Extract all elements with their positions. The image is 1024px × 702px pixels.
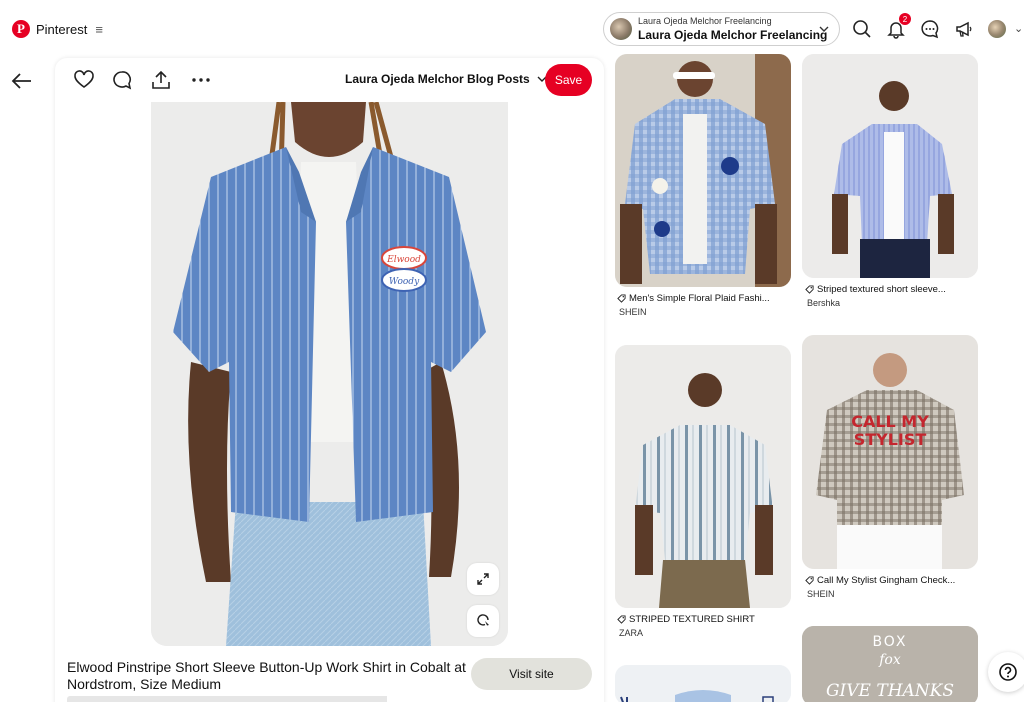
patch-top-text: Elwood	[386, 255, 421, 265]
pin-description-placeholder	[67, 696, 467, 702]
related-pin-image[interactable]	[615, 345, 791, 608]
arrow-left-icon[interactable]	[10, 70, 34, 92]
bell-icon[interactable]: 2	[885, 13, 911, 40]
related-pin-source: SHEIN	[619, 307, 647, 317]
account-text: Laura Ojeda Melchor Freelancing Laura Oj…	[638, 16, 828, 42]
tag-icon	[805, 576, 814, 585]
ad-brand-line1: BOX	[872, 634, 907, 650]
account-name: Laura Ojeda Melchor Freelancing	[638, 28, 828, 42]
pinterest-logo-icon: P	[12, 20, 30, 38]
chevron-down-icon	[819, 26, 829, 32]
heart-icon[interactable]	[73, 69, 95, 91]
account-avatar	[610, 18, 632, 40]
visit-site-button[interactable]: Visit site	[471, 658, 592, 690]
pinterest-home-link[interactable]: P Pinterest ≡	[12, 20, 103, 38]
ad-headline: GIVE THANKS	[826, 681, 954, 701]
share-upload-icon[interactable]	[150, 69, 172, 91]
user-avatar[interactable]	[988, 20, 1006, 38]
shirt-print-line1: CALL MY	[851, 412, 929, 431]
board-name: Laura Ojeda Melchor Blog Posts	[345, 72, 530, 86]
pin-toolbar: Laura Ojeda Melchor Blog Posts Save	[55, 58, 604, 102]
top-bar: P Pinterest ≡ Laura Ojeda Melchor Freela…	[0, 0, 1024, 58]
brand-name: Pinterest	[36, 21, 88, 37]
chat-icon[interactable]	[919, 18, 941, 40]
ad-brand-line2: fox	[878, 652, 901, 668]
tag-icon	[805, 285, 814, 294]
speech-bubble-icon[interactable]	[111, 69, 133, 91]
related-pin-meta: Striped textured short sleeve... Bershka	[805, 284, 981, 308]
notification-badge: 2	[899, 13, 911, 25]
shirt-print-line2: STYLIST	[854, 430, 927, 449]
related-pin-image[interactable]	[615, 54, 791, 287]
save-button[interactable]: Save	[545, 64, 592, 96]
related-pin-meta: STRIPED TEXTURED SHIRT ZARA	[617, 614, 793, 638]
search-icon[interactable]	[851, 18, 873, 40]
expand-icon[interactable]	[467, 563, 499, 595]
related-pin-title[interactable]: STRIPED TEXTURED SHIRT	[629, 614, 755, 625]
related-pin-source: Bershka	[807, 298, 841, 308]
pin-title: Elwood Pinstripe Short Sleeve Button-Up …	[67, 659, 466, 692]
help-button[interactable]	[988, 652, 1024, 692]
related-pin-image[interactable]: CALL MY STYLIST	[802, 335, 978, 569]
related-pin-meta: Call My Stylist Gingham Check... SHEIN	[805, 575, 981, 599]
related-pin-image[interactable]	[802, 54, 978, 278]
board-selector[interactable]: Laura Ojeda Melchor Blog Posts	[345, 72, 548, 86]
related-pin-title[interactable]: Men's Simple Floral Plaid Fashi...	[629, 293, 770, 304]
pin-photo: Elwood Woody	[151, 102, 508, 646]
ellipsis-icon[interactable]	[190, 69, 212, 91]
visual-search-icon[interactable]	[467, 605, 499, 637]
account-subtitle: Laura Ojeda Melchor Freelancing	[638, 16, 772, 26]
related-pin-meta: Men's Simple Floral Plaid Fashi... SHEIN	[617, 293, 793, 317]
account-switcher[interactable]: Laura Ojeda Melchor Freelancing Laura Oj…	[603, 12, 840, 46]
pin-image[interactable]: Elwood Woody	[151, 102, 508, 646]
related-pin-source: ZARA	[619, 628, 644, 638]
chevron-down-icon[interactable]: ⌄	[1014, 22, 1023, 35]
related-pin-image[interactable]: BOX fox GIVE THANKS	[802, 626, 978, 702]
related-pin-source: SHEIN	[807, 589, 835, 599]
pin-closeup-panel: Laura Ojeda Melchor Blog Posts Save Elwo…	[55, 58, 604, 702]
tag-icon	[617, 615, 626, 624]
related-pin-image[interactable]	[615, 665, 791, 702]
patch-bottom-text: Woody	[389, 277, 420, 287]
tag-icon	[617, 294, 626, 303]
related-pin-title[interactable]: Call My Stylist Gingham Check...	[817, 575, 955, 586]
related-pin-title[interactable]: Striped textured short sleeve...	[817, 284, 946, 295]
question-icon	[999, 663, 1017, 681]
megaphone-icon[interactable]	[953, 18, 975, 40]
menu-icon[interactable]: ≡	[95, 22, 103, 37]
